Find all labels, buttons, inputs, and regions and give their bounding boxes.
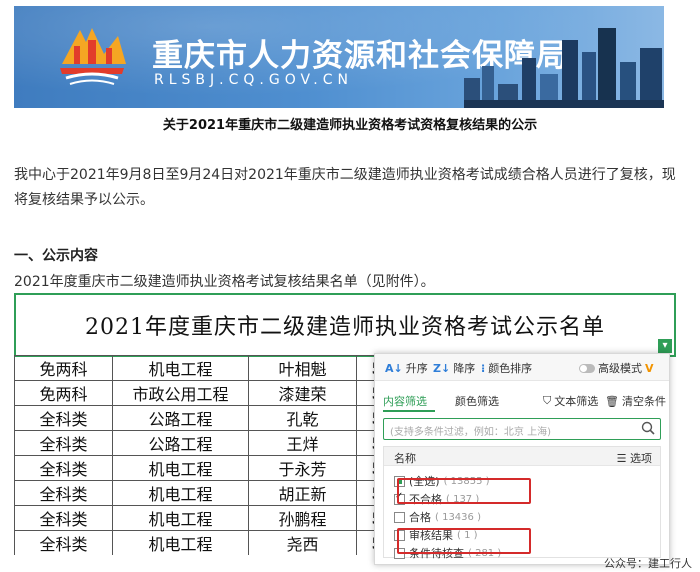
advanced-mode-label: 高级模式 bbox=[598, 362, 642, 375]
table-cell[interactable]: 机电工程 bbox=[112, 530, 249, 555]
tab-color-filter[interactable]: 颜色筛选 bbox=[455, 393, 499, 409]
table-cell[interactable]: 全科类 bbox=[14, 505, 113, 531]
table-cell[interactable]: 漆建荣 bbox=[248, 380, 357, 406]
sort-asc-button[interactable]: A↓ 升序 bbox=[385, 360, 428, 376]
list-header: 名称 ☰ 选项 bbox=[384, 447, 660, 466]
table-cell[interactable]: 叶相魁 bbox=[248, 355, 357, 381]
table-cell[interactable]: 免两科 bbox=[14, 355, 113, 381]
list-header-name: 名称 bbox=[394, 452, 416, 465]
site-banner: 重庆市人力资源和社会保障局 RLSBJ.CQ.GOV.CN bbox=[14, 6, 664, 108]
table-cell[interactable]: 市政公用工程 bbox=[112, 380, 249, 406]
filter-search-input[interactable]: (支持多条件过滤，例如：北京 上海) bbox=[383, 418, 661, 440]
emblem-logo-icon bbox=[60, 28, 126, 85]
sort-asc-label: 升序 bbox=[405, 362, 428, 375]
table-cell[interactable]: 于永芳 bbox=[248, 455, 357, 481]
sheet-title: 2021年度重庆市二级建造师执业资格考试公示名单 bbox=[14, 293, 676, 357]
color-sort-icon: ⁝ bbox=[481, 361, 486, 375]
table-cell[interactable]: 公路工程 bbox=[112, 430, 249, 456]
table-cell[interactable]: 全科类 bbox=[14, 530, 113, 555]
clear-conditions-button[interactable]: 🗑 清空条件 bbox=[605, 393, 666, 409]
color-sort-button[interactable]: ⁝ 颜色排序 bbox=[481, 360, 532, 376]
table-row: 全科类机电工程于永芳5 bbox=[14, 455, 397, 481]
table-row: 全科类机电工程胡正新5 bbox=[14, 480, 397, 506]
toggle-switch-icon bbox=[579, 363, 595, 373]
tab-content-filter[interactable]: 内容筛选 bbox=[383, 393, 427, 409]
city-skyline-icon bbox=[464, 28, 664, 108]
table-cell[interactable]: 机电工程 bbox=[112, 505, 249, 531]
filter-option[interactable]: 合格 ( 13436 ) bbox=[394, 509, 481, 525]
table-cell[interactable]: 孔乾 bbox=[248, 405, 357, 431]
table-cell[interactable]: 胡正新 bbox=[248, 480, 357, 506]
banner-domain: RLSBJ.CQ.GOV.CN bbox=[154, 72, 353, 88]
menu-icon: ☰ bbox=[616, 452, 627, 465]
section-heading: 一、公示内容 bbox=[14, 248, 98, 264]
filter-dropdown-icon[interactable]: ▾ bbox=[658, 339, 672, 353]
search-placeholder: (支持多条件过滤，例如：北京 上海) bbox=[390, 427, 551, 438]
vip-icon: V bbox=[645, 361, 654, 375]
table-cell[interactable]: 机电工程 bbox=[112, 480, 249, 506]
table-row: 全科类公路工程王烊5 bbox=[14, 430, 397, 456]
watermark: 公众号：建工行人 bbox=[604, 557, 692, 570]
color-sort-label: 颜色排序 bbox=[488, 362, 533, 375]
sort-desc-label: 降序 bbox=[453, 362, 476, 375]
clear-conditions-label: 清空条件 bbox=[621, 395, 666, 408]
table-cell[interactable]: 全科类 bbox=[14, 430, 113, 456]
list-options-label: 选项 bbox=[630, 452, 652, 465]
table-cell[interactable]: 王烊 bbox=[248, 430, 357, 456]
table-cell[interactable]: 全科类 bbox=[14, 480, 113, 506]
table-row: 免两科市政公用工程漆建荣5 bbox=[14, 380, 397, 406]
filter-toolbar: A↓ 升序 Z↓ 降序 ⁝ 颜色排序 高级模式 V bbox=[375, 354, 669, 381]
funnel-icon: ⛉ bbox=[543, 394, 552, 407]
section-line: 2021年度重庆市二级建造师执业资格考试复核结果名单（见附件）。 bbox=[14, 274, 435, 290]
result-table: 免两科机电工程叶相魁5免两科市政公用工程漆建荣5全科类公路工程孔乾5全科类公路工… bbox=[14, 355, 397, 555]
list-options-button[interactable]: ☰ 选项 bbox=[617, 450, 652, 466]
advanced-mode-toggle[interactable]: 高级模式 V bbox=[579, 360, 654, 376]
text-filter-label: 文本筛选 bbox=[554, 395, 599, 408]
tab-underline bbox=[383, 410, 435, 412]
table-row: 全科类机电工程尧西5 bbox=[14, 530, 397, 555]
table-cell[interactable]: 机电工程 bbox=[112, 455, 249, 481]
filter-option-count: ( 13436 ) bbox=[435, 511, 481, 523]
intro-paragraph: 我中心于2021年9月8日至9月24日对2021年重庆市二级建造师执业资格考试成… bbox=[14, 167, 676, 208]
sort-asc-icon: A↓ bbox=[385, 361, 403, 375]
search-icon[interactable] bbox=[640, 420, 656, 436]
table-row: 全科类机电工程孙鹏程5 bbox=[14, 505, 397, 531]
text-filter-button[interactable]: ⛉ 文本筛选 bbox=[543, 393, 598, 409]
table-cell[interactable]: 尧西 bbox=[248, 530, 357, 555]
table-cell[interactable]: 公路工程 bbox=[112, 405, 249, 431]
table-cell[interactable]: 机电工程 bbox=[112, 355, 249, 381]
table-cell[interactable]: 全科类 bbox=[14, 455, 113, 481]
table-cell[interactable]: 孙鹏程 bbox=[248, 505, 357, 531]
table-cell[interactable]: 全科类 bbox=[14, 405, 113, 431]
sort-desc-button[interactable]: Z↓ 降序 bbox=[433, 360, 475, 376]
highlight-box-pending bbox=[397, 528, 531, 554]
table-row: 免两科机电工程叶相魁5 bbox=[14, 355, 397, 381]
table-row: 全科类公路工程孔乾5 bbox=[14, 405, 397, 431]
checkbox[interactable] bbox=[394, 511, 405, 523]
trash-icon: 🗑 bbox=[605, 394, 619, 408]
filter-option-label: 合格 bbox=[409, 511, 431, 524]
sort-desc-icon: Z↓ bbox=[433, 361, 451, 375]
table-cell[interactable]: 免两科 bbox=[14, 380, 113, 406]
article-title: 关于2021年重庆市二级建造师执业资格考试资格复核结果的公示 bbox=[162, 118, 538, 133]
highlight-box-unqualified bbox=[397, 478, 531, 504]
